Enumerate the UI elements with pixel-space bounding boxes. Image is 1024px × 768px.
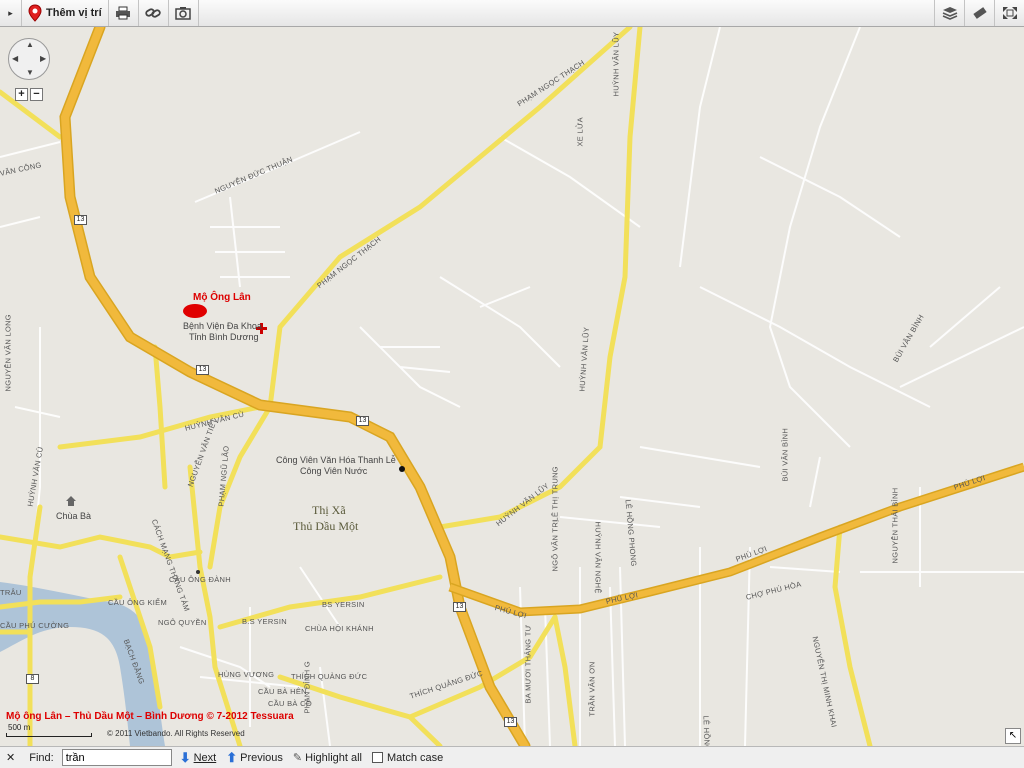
layers-button[interactable]: [934, 0, 964, 26]
road-label: CẦU BÀ HÊN: [258, 687, 307, 696]
copyright-text: © 2011 Vietbando. All Rights Reserved: [107, 729, 245, 738]
town-name-line2: Thủ Dầu Một: [293, 519, 359, 533]
hospital-name-line1: Bệnh Viện Đa Khoa: [183, 321, 262, 331]
marker-label: Mộ Ông Lân: [193, 292, 251, 303]
road-label: PHAN ĐÌNH G: [302, 661, 312, 714]
road-label: NGUYỄN THÁI BÌNH: [890, 487, 900, 564]
map-toolbar: ▸ Thêm vị trí: [0, 0, 1024, 27]
print-button[interactable]: [109, 0, 139, 26]
temple-icon: [66, 496, 76, 506]
road-label: HÙNG VƯƠNG: [218, 670, 275, 679]
arrow-down-icon: ⬇: [179, 749, 191, 765]
road-label: B.S YERSIN: [242, 617, 287, 626]
scale-label: 500 m: [8, 723, 31, 732]
town-name-line1: Thị Xã: [312, 503, 346, 517]
road-label: NGÔ VĂN TRỊ: [550, 519, 560, 572]
find-next-label: Next: [193, 751, 217, 764]
find-bar: ✕ Find: ⬇ Next ⬆ Previous ✎ Highlight al…: [0, 746, 1024, 768]
fullscreen-icon: [1002, 7, 1017, 19]
road-label: NGÔ QUYỀN: [158, 618, 207, 627]
road-label: BS YERSIN: [322, 600, 365, 609]
road-label: BA MƯƠI THÁNG TƯ: [523, 624, 533, 704]
expand-arrow-icon: ▸: [8, 7, 13, 18]
road-label: LÊ THỊ TRUNG: [550, 466, 560, 522]
scale-bar: [6, 733, 92, 737]
close-find-button[interactable]: ✕: [6, 751, 15, 764]
highlight-all-button[interactable]: ✎ Highlight all: [292, 751, 363, 765]
highlight-all-label: Highlight all: [305, 751, 363, 764]
road-label: CẦU ÔNG KIỂM: [108, 598, 168, 607]
road-label: CẦU ÔNG ĐÀNH: [169, 575, 231, 584]
link-icon: [145, 8, 161, 18]
route-shield: 8: [26, 674, 39, 684]
road-label: XE LỬA: [575, 117, 585, 147]
road-label: TRẦN VĂN ƠN: [587, 661, 597, 717]
highway-shield: 13: [453, 602, 466, 612]
road-label: CẦU PHÚ CƯỜNG: [0, 621, 70, 630]
pan-control[interactable]: ▲ ▼ ◀ ▶: [8, 38, 50, 80]
match-case-checkbox[interactable]: Match case: [372, 752, 443, 764]
highway-shield: 13: [74, 215, 87, 225]
park-name-line1: Công Viên Văn Hóa Thanh Lễ: [276, 455, 396, 465]
map-caption: Mộ ông Lân – Thủ Dầu Một – Bình Dương © …: [6, 711, 294, 722]
collapse-map-button[interactable]: ↖: [1005, 728, 1021, 744]
find-next-button[interactable]: ⬇ Next: [180, 750, 217, 766]
hospital-name-line2: Tỉnh Bình Dương: [189, 332, 259, 342]
find-previous-label: Previous: [240, 751, 283, 764]
pan-left-icon[interactable]: ◀: [12, 54, 18, 63]
zoom-in-button[interactable]: +: [15, 88, 28, 101]
chua-ba-label: Chùa Bà: [56, 511, 92, 521]
road-label: CHÙA HỘI KHÁNH: [305, 624, 374, 633]
park-name-line2: Công Viên Nước: [300, 466, 368, 476]
ruler-button[interactable]: [964, 0, 994, 26]
road-label: BÙI VĂN BÌNH: [780, 427, 790, 482]
pan-right-icon[interactable]: ▶: [40, 54, 46, 63]
add-location-button[interactable]: Thêm vị trí: [22, 0, 109, 26]
link-button[interactable]: [139, 0, 169, 26]
zoom-out-button[interactable]: −: [30, 88, 43, 101]
expand-arrow-button[interactable]: ▸: [0, 0, 22, 26]
road-label: HUỲNH VĂN NGHỆ: [593, 521, 603, 594]
road-label: HUỲNH VĂN LŨY: [611, 31, 621, 97]
highway-shield: 13: [196, 365, 209, 375]
match-case-label: Match case: [387, 751, 444, 764]
road-label: TRÂU: [0, 588, 22, 597]
fullscreen-button[interactable]: [994, 0, 1024, 26]
highway-shield: 13: [356, 416, 369, 426]
layers-icon: [942, 7, 957, 20]
ruler-icon: [972, 7, 987, 19]
camera-icon: [175, 7, 191, 20]
highlighter-icon: ✎: [292, 752, 303, 764]
arrow-up-icon: ⬆: [226, 749, 238, 765]
print-icon: [116, 6, 131, 20]
find-input[interactable]: [61, 749, 172, 766]
screenshot-button[interactable]: [169, 0, 199, 26]
checkbox-icon: [372, 752, 384, 763]
map-pin-icon: [28, 4, 42, 22]
find-previous-button[interactable]: ⬆ Previous: [226, 750, 283, 766]
close-icon: ✕: [6, 752, 16, 764]
pan-up-icon[interactable]: ▲: [26, 40, 34, 49]
highway-shield: 13: [504, 717, 517, 727]
add-location-label: Thêm vị trí: [46, 7, 102, 19]
pan-down-icon[interactable]: ▼: [26, 68, 34, 77]
map-roads: [0, 27, 1024, 746]
location-marker[interactable]: [183, 304, 207, 318]
road-label: NGUYỄN VĂN LONG: [3, 314, 13, 392]
resize-arrow-icon: ↖: [1008, 730, 1018, 741]
map-canvas[interactable]: ▲ ▼ ◀ ▶ + − 13 13 13 13 13 8 Mộ Ông Lân …: [0, 27, 1024, 746]
find-label: Find:: [29, 751, 54, 764]
